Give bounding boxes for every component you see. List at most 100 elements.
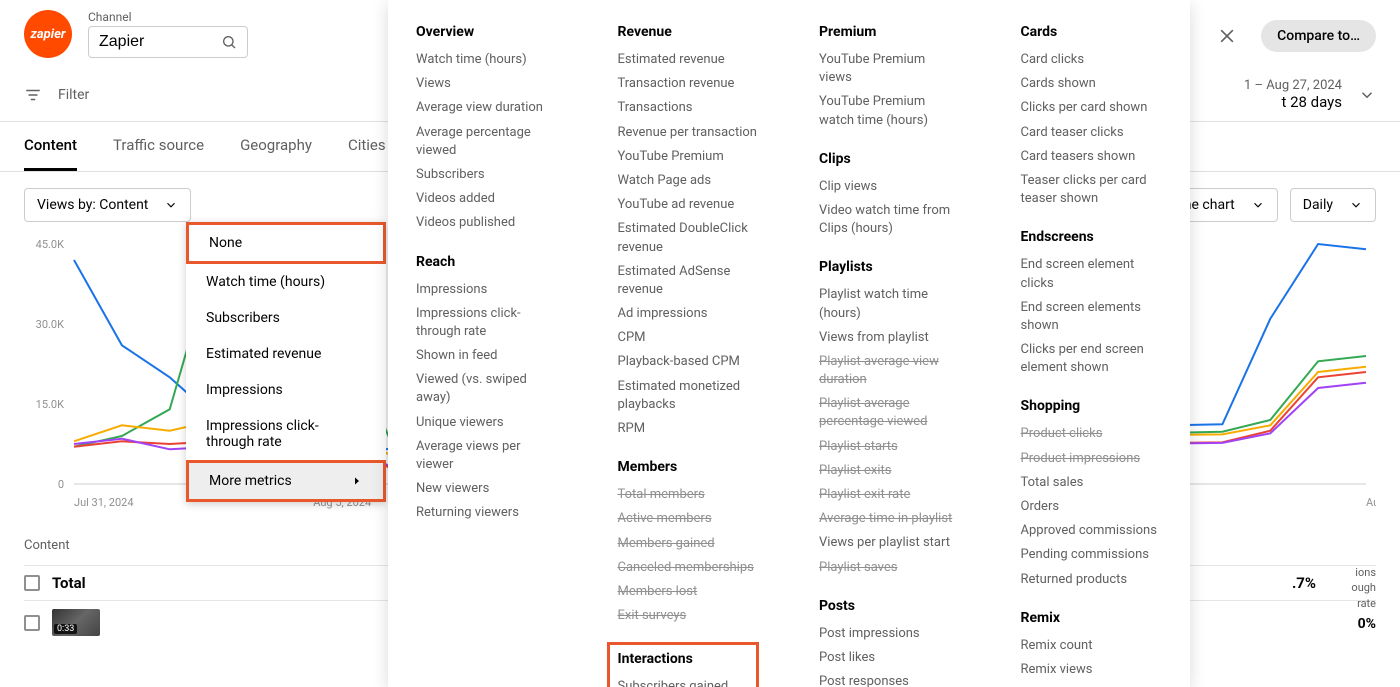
tab-content[interactable]: Content	[24, 122, 77, 171]
svg-text:45.0K: 45.0K	[36, 238, 64, 251]
checkbox-video[interactable]	[24, 615, 40, 631]
submenu-item-estimated-revenue[interactable]: Estimated revenue	[186, 336, 386, 372]
mega-item[interactable]: Playback-based CPM	[618, 350, 760, 374]
mega-item[interactable]: Videos published	[416, 211, 558, 235]
tab-cities[interactable]: Cities	[348, 122, 386, 171]
mega-item[interactable]: CPM	[618, 326, 760, 350]
search-icon[interactable]	[221, 34, 237, 50]
mega-item[interactable]: Videos added	[416, 187, 558, 211]
mega-item[interactable]: Post likes	[819, 646, 961, 670]
granularity-dropdown[interactable]: Daily	[1290, 188, 1376, 222]
mega-item[interactable]: YouTube Premium	[618, 145, 760, 169]
mega-col: Revenue Estimated revenueTransaction reve…	[618, 24, 760, 663]
mega-item[interactable]: Transactions	[618, 96, 760, 120]
mega-item[interactable]: Unique viewers	[416, 411, 558, 435]
mega-group-title: Revenue	[618, 24, 760, 40]
mega-item[interactable]: Estimated revenue	[618, 48, 760, 72]
mega-item[interactable]: Average view duration	[416, 96, 558, 120]
mega-item[interactable]: Ad impressions	[618, 302, 760, 326]
video-thumbnail[interactable]: 0:33	[52, 609, 100, 636]
submenu-item-impressions[interactable]: Impressions	[186, 372, 386, 408]
mega-item[interactable]: Card teasers shown	[1021, 145, 1163, 169]
mega-item[interactable]: Remix views	[1021, 658, 1163, 682]
mega-item[interactable]: Returning viewers	[416, 501, 558, 525]
mega-item[interactable]: Views	[416, 72, 558, 96]
mega-item[interactable]: RPM	[618, 417, 760, 441]
mega-item[interactable]: Clip views	[819, 175, 961, 199]
mega-item[interactable]: Subscribers gained	[618, 675, 749, 687]
channel-name-input[interactable]	[99, 33, 215, 51]
mega-item[interactable]: Playlist watch time (hours)	[819, 283, 961, 325]
mega-item[interactable]: Orders	[1021, 495, 1163, 519]
mega-item[interactable]: YouTube ad revenue	[618, 193, 760, 217]
submenu-item-none[interactable]: None	[186, 222, 386, 264]
mega-item[interactable]: YouTube Premium watch time (hours)	[819, 90, 961, 132]
right-controls: Line chart Daily	[1160, 188, 1376, 222]
mega-item[interactable]: Watch Page ads	[618, 169, 760, 193]
mega-item[interactable]: Returned products	[1021, 568, 1163, 592]
mega-item[interactable]: Pending commissions	[1021, 543, 1163, 567]
mega-item[interactable]: Video watch time from Clips (hours)	[819, 199, 961, 241]
mega-item[interactable]: Views per playlist start	[819, 531, 961, 555]
submenu-item-more-metrics[interactable]: More metrics	[186, 460, 386, 502]
mega-item[interactable]: End screen elements shown	[1021, 296, 1163, 338]
mega-item[interactable]: Estimated monetized playbacks	[618, 375, 760, 417]
date-range[interactable]: 1 – Aug 27, 2024 t 28 days	[1244, 78, 1376, 111]
mega-item[interactable]: New viewers	[416, 477, 558, 501]
channel-logo: zapier	[24, 10, 72, 58]
mega-item[interactable]: Card teaser clicks	[1021, 121, 1163, 145]
mega-item[interactable]: Estimated DoubleClick revenue	[618, 217, 760, 259]
mega-item[interactable]: Views from playlist	[819, 326, 961, 350]
channel-search[interactable]	[88, 26, 248, 58]
mega-item: Playlist exit rate	[819, 483, 961, 507]
mega-item[interactable]: Card clicks	[1021, 48, 1163, 72]
mega-item: Members gained	[618, 532, 760, 556]
mega-group-title: Overview	[416, 24, 558, 40]
mega-item[interactable]: Transaction revenue	[618, 72, 760, 96]
mega-item[interactable]: Remix count	[1021, 634, 1163, 658]
mega-item[interactable]: Post responses	[819, 670, 961, 687]
submenu-item-watch-time[interactable]: Watch time (hours)	[186, 264, 386, 300]
mega-item[interactable]: Average views per viewer	[416, 435, 558, 477]
mega-item[interactable]: Teaser clicks per card teaser shown	[1021, 169, 1163, 211]
chevron-down-icon	[1251, 198, 1265, 212]
mega-item[interactable]: End screen element clicks	[1021, 253, 1163, 295]
submenu-item-ctr[interactable]: Impressions click-through rate	[186, 408, 386, 460]
mega-item: Canceled memberships	[618, 556, 760, 580]
mega-item[interactable]: Estimated AdSense revenue	[618, 260, 760, 302]
mega-item[interactable]: Impressions click-through rate	[416, 302, 558, 344]
close-icon[interactable]	[1217, 26, 1237, 46]
mega-group-title: Posts	[819, 598, 961, 614]
mega-item[interactable]: Subscribers	[416, 163, 558, 187]
mega-item[interactable]: YouTube Premium views	[819, 48, 961, 90]
views-by-dropdown[interactable]: Views by: Content	[24, 188, 191, 222]
mega-item: Playlist average percentage viewed	[819, 392, 961, 434]
checkbox-total[interactable]	[24, 575, 40, 591]
filter-label[interactable]: Filter	[58, 87, 89, 103]
mega-item[interactable]: Average percentage viewed	[416, 121, 558, 163]
mega-item[interactable]: Cards shown	[1021, 72, 1163, 96]
mega-item[interactable]: Total sales	[1021, 471, 1163, 495]
chevron-down-icon[interactable]	[1358, 86, 1376, 104]
submenu-item-subscribers[interactable]: Subscribers	[186, 300, 386, 336]
tab-traffic-source[interactable]: Traffic source	[113, 122, 204, 171]
mega-group-title: Endscreens	[1021, 229, 1163, 245]
tab-geography[interactable]: Geography	[240, 122, 312, 171]
mega-item[interactable]: Shown in feed	[416, 344, 558, 368]
chevron-down-icon	[1349, 198, 1363, 212]
granularity-label: Daily	[1303, 197, 1333, 213]
mega-item[interactable]: Post impressions	[819, 622, 961, 646]
mega-item[interactable]: Watch time (hours)	[416, 48, 558, 72]
chevron-down-icon	[164, 198, 178, 212]
mega-item[interactable]: Clicks per end screen element shown	[1021, 338, 1163, 380]
compare-button[interactable]: Compare to…	[1261, 20, 1376, 52]
mega-item[interactable]: Revenue per transaction	[618, 121, 760, 145]
mega-item[interactable]: Impressions	[416, 278, 558, 302]
mega-item[interactable]: Viewed (vs. swiped away)	[416, 368, 558, 410]
filter-icon[interactable]	[24, 86, 42, 104]
mega-item: Product impressions	[1021, 447, 1163, 471]
svg-text:30.0K: 30.0K	[36, 318, 64, 331]
mega-item[interactable]: Approved commissions	[1021, 519, 1163, 543]
mega-item[interactable]: Clicks per card shown	[1021, 96, 1163, 120]
mega-item: Total members	[618, 483, 760, 507]
